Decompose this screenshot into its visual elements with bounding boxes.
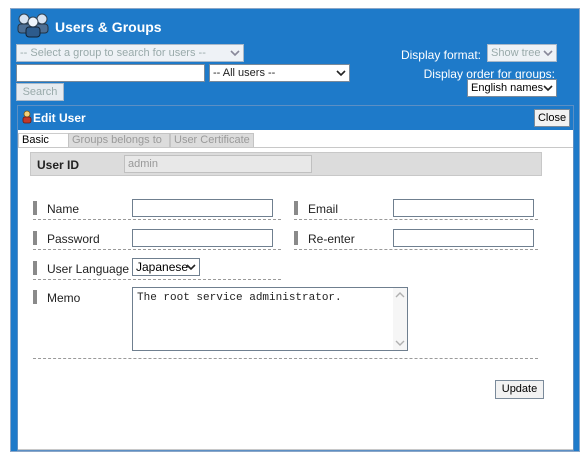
field-marker [294, 201, 298, 215]
tab-groups-belongs-to[interactable]: Groups belongs to [68, 133, 170, 147]
update-button[interactable]: Update [495, 380, 544, 399]
user-language-value: Japanese [136, 260, 189, 274]
password-input[interactable] [132, 229, 273, 247]
user-language-label: User Language [47, 262, 130, 276]
display-format-value: Show tree [491, 47, 541, 59]
user-id-row: User ID admin [30, 152, 542, 176]
search-button[interactable]: Search [16, 83, 64, 101]
email-label: Email [308, 202, 339, 216]
user-icon [22, 110, 32, 124]
chevron-down-icon [336, 70, 346, 77]
row-divider [33, 358, 538, 359]
reenter-label: Re-enter [308, 232, 355, 246]
display-format-label: Display format: [400, 48, 481, 62]
dialog-bottom-edge [18, 449, 573, 450]
row-divider [294, 219, 538, 220]
users-groups-icon [17, 13, 49, 38]
row-divider [33, 279, 281, 280]
row-divider [294, 249, 538, 250]
memo-textarea[interactable]: The root service administrator. [132, 287, 408, 351]
user-id-label: User ID [37, 158, 80, 172]
group-select[interactable]: -- Select a group to search for users -- [16, 44, 244, 62]
field-marker [294, 231, 298, 245]
display-order-select[interactable]: English names [467, 79, 557, 97]
memo-scrollbar[interactable] [393, 288, 407, 350]
user-search-input[interactable] [16, 64, 205, 82]
tab-basic[interactable]: Basic [18, 133, 68, 147]
user-language-select[interactable]: Japanese [132, 258, 200, 276]
user-filter-select[interactable]: -- All users -- [209, 64, 350, 82]
row-divider [33, 219, 281, 220]
dialog-title: Edit User [33, 111, 86, 125]
name-label: Name [47, 202, 80, 216]
user-id-field: admin [124, 155, 312, 173]
reenter-password-input[interactable] [393, 229, 534, 247]
dialog-titlebar: Edit User Close [18, 106, 573, 130]
chevron-down-icon [543, 85, 553, 92]
name-input[interactable] [132, 199, 273, 217]
tab-divider [18, 147, 573, 148]
app-title: Users & Groups [55, 19, 162, 35]
field-marker [33, 231, 37, 245]
email-input[interactable] [393, 199, 534, 217]
field-marker [33, 261, 37, 275]
edit-user-dialog: Edit User Close Basic Groups belongs to … [17, 105, 574, 451]
app-window: Users & Groups -- Select a group to sear… [10, 8, 580, 452]
field-marker [33, 201, 37, 215]
field-marker [33, 290, 37, 304]
display-format-select[interactable]: Show tree [487, 44, 557, 62]
password-label: Password [47, 232, 100, 246]
chevron-down-icon [543, 50, 553, 57]
row-divider [33, 249, 281, 250]
tab-user-certificate[interactable]: User Certificate [170, 133, 254, 147]
chevron-down-icon [186, 264, 196, 271]
group-select-value: -- Select a group to search for users -- [20, 47, 206, 59]
memo-label: Memo [47, 291, 81, 305]
close-button[interactable]: Close [534, 109, 570, 127]
memo-text: The root service administrator. [137, 292, 342, 304]
display-order-value: English names [471, 82, 544, 94]
chevron-down-icon [230, 50, 240, 57]
user-filter-value: -- All users -- [213, 67, 276, 79]
